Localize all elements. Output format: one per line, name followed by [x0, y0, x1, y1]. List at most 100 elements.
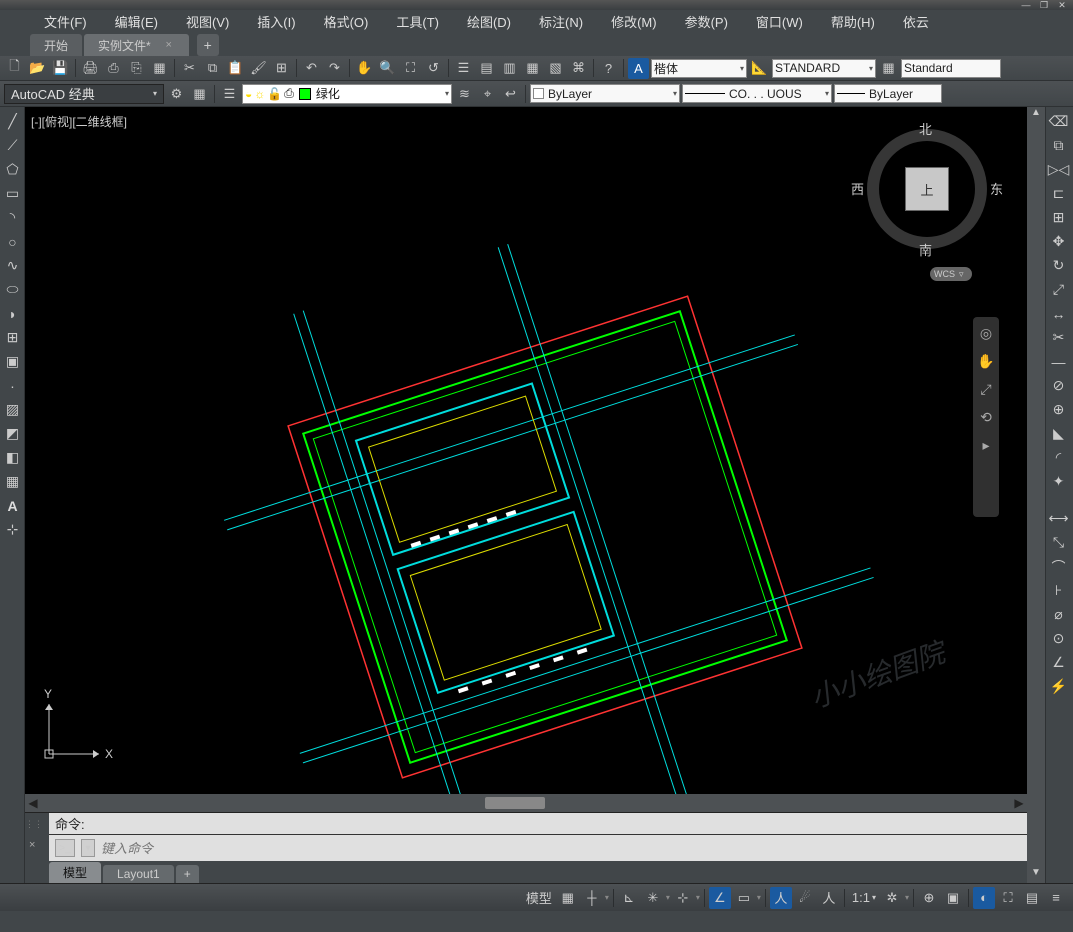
- menu-icon[interactable]: ≡: [1045, 887, 1067, 909]
- offset-icon[interactable]: ⊏: [1048, 183, 1069, 204]
- dim-linear-icon[interactable]: ⟷: [1048, 508, 1069, 529]
- layer-props-icon[interactable]: ☰: [219, 83, 240, 104]
- menu-modify[interactable]: 修改(M): [597, 10, 671, 33]
- wcs-button[interactable]: WCS▿: [930, 267, 972, 281]
- rotate-icon[interactable]: ↻: [1048, 255, 1069, 276]
- isolate-icon[interactable]: ◐: [973, 887, 995, 909]
- layer-prev-icon[interactable]: ↩: [500, 83, 521, 104]
- erase-icon[interactable]: ⌫: [1048, 111, 1069, 132]
- menu-tools[interactable]: 工具(T): [382, 10, 453, 33]
- paste-icon[interactable]: 📋: [225, 58, 246, 79]
- window-max[interactable]: ❐: [1037, 1, 1051, 10]
- annoscale-button[interactable]: 1:1▾: [849, 887, 879, 909]
- otrack-icon[interactable]: ∠: [709, 887, 731, 909]
- hw-accel-icon[interactable]: ▣: [942, 887, 964, 909]
- font-select[interactable]: 楷体 ▾: [651, 59, 747, 78]
- lwt-icon[interactable]: ☄: [794, 887, 816, 909]
- pan-icon[interactable]: ✋: [354, 58, 375, 79]
- copy-icon[interactable]: ⧉: [202, 58, 223, 79]
- pan-hand-icon[interactable]: ✋: [976, 351, 996, 371]
- menu-edit[interactable]: 编辑(E): [101, 10, 172, 33]
- plot-icon[interactable]: ▦: [149, 58, 170, 79]
- customize-icon[interactable]: ▤: [1021, 887, 1043, 909]
- join-icon[interactable]: ⊕: [1048, 399, 1069, 420]
- orbit-icon[interactable]: ⟲: [976, 407, 996, 427]
- move-icon[interactable]: ✥: [1048, 231, 1069, 252]
- scroll-thumb[interactable]: [485, 797, 545, 809]
- dim-angular-icon[interactable]: ∠: [1048, 652, 1069, 673]
- command-dd-icon[interactable]: ▾: [81, 839, 95, 857]
- menu-draw[interactable]: 绘图(D): [453, 10, 525, 33]
- ws-switch-icon[interactable]: ⊕: [918, 887, 940, 909]
- zoom-previous-icon[interactable]: ↺: [423, 58, 444, 79]
- addline-icon[interactable]: ⊹: [2, 519, 23, 540]
- ortho-icon[interactable]: ⊾: [618, 887, 640, 909]
- dim-arc-icon[interactable]: ⌒: [1048, 556, 1069, 577]
- publish-icon[interactable]: ⎘: [126, 58, 147, 79]
- scroll-down-icon[interactable]: ▼: [1027, 867, 1045, 883]
- textstyle-select[interactable]: STANDARD ▾: [772, 59, 876, 78]
- explode-icon[interactable]: ✦: [1048, 471, 1069, 492]
- menu-parametric[interactable]: 参数(P): [671, 10, 742, 33]
- save-icon[interactable]: 💾: [50, 58, 71, 79]
- drawing-viewport[interactable]: [-][俯视][二维线框]: [25, 107, 1027, 794]
- block-icon[interactable]: ⊞: [271, 58, 292, 79]
- ellipse-icon[interactable]: ⬭: [2, 279, 23, 300]
- scale-icon[interactable]: ⤢: [1048, 279, 1069, 300]
- workspace-grid-icon[interactable]: ▦: [189, 83, 210, 104]
- chamfer-icon[interactable]: ◣: [1048, 423, 1069, 444]
- polar-icon[interactable]: ✳: [642, 887, 664, 909]
- menu-help[interactable]: 帮助(H): [817, 10, 889, 33]
- command-button[interactable]: >_: [55, 839, 75, 857]
- dim-diameter-icon[interactable]: ⊙: [1048, 628, 1069, 649]
- vertical-scrollbar[interactable]: ▲ ▼: [1027, 107, 1045, 883]
- anno-vis-icon[interactable]: ✲: [881, 887, 903, 909]
- chevron-down-icon[interactable]: ▾: [666, 893, 670, 902]
- dim-style-icon[interactable]: 📐: [749, 58, 770, 79]
- array-icon[interactable]: ⊞: [1048, 207, 1069, 228]
- insert-block-icon[interactable]: ⊞: [2, 327, 23, 348]
- zoom-window-icon[interactable]: ⛶: [400, 58, 421, 79]
- spline-icon[interactable]: ∿: [2, 255, 23, 276]
- lineweight-select[interactable]: ByLayer: [834, 84, 942, 103]
- match-icon[interactable]: 🖌: [248, 58, 269, 79]
- copy-obj-icon[interactable]: ⧉: [1048, 135, 1069, 156]
- trim-icon[interactable]: ✂: [1048, 327, 1069, 348]
- scroll-left-icon[interactable]: ◀: [25, 796, 41, 810]
- design-center-icon[interactable]: ▤: [476, 58, 497, 79]
- osnap-icon[interactable]: ⊹: [672, 887, 694, 909]
- horizontal-scrollbar[interactable]: ◀ ▶: [25, 794, 1027, 812]
- layer-state-icon[interactable]: ≋: [454, 83, 475, 104]
- menu-yiyun[interactable]: 依云: [889, 10, 943, 33]
- steering-wheel-icon[interactable]: ◎: [976, 323, 996, 343]
- tab-layout1[interactable]: Layout1: [103, 865, 174, 883]
- sheet-set-icon[interactable]: ▦: [522, 58, 543, 79]
- compass-north[interactable]: 北: [919, 119, 932, 138]
- extend-icon[interactable]: —: [1048, 351, 1069, 372]
- chevron-down-icon[interactable]: ▾: [605, 893, 609, 902]
- tool-palette-icon[interactable]: ▥: [499, 58, 520, 79]
- ducs-icon[interactable]: ▭: [733, 887, 755, 909]
- zoom-extents-icon[interactable]: ⤢: [976, 379, 996, 399]
- break-icon[interactable]: ⊘: [1048, 375, 1069, 396]
- chevron-down-icon[interactable]: ▾: [905, 893, 909, 902]
- menu-view[interactable]: 视图(V): [172, 10, 243, 33]
- ellipse-arc-icon[interactable]: ◗: [2, 303, 23, 324]
- menu-window[interactable]: 窗口(W): [742, 10, 817, 33]
- clean-screen-icon[interactable]: ⛶: [997, 887, 1019, 909]
- arc-icon[interactable]: ◝: [2, 207, 23, 228]
- print-preview-icon[interactable]: ⎙: [103, 58, 124, 79]
- new-icon[interactable]: 🗋: [4, 58, 25, 79]
- window-close[interactable]: ✕: [1055, 1, 1069, 10]
- menu-file[interactable]: 文件(F): [30, 10, 101, 33]
- gradient-icon[interactable]: ◩: [2, 423, 23, 444]
- dim-aligned-icon[interactable]: ⤡: [1048, 532, 1069, 553]
- open-icon[interactable]: 📂: [27, 58, 48, 79]
- table-icon[interactable]: ▦: [2, 471, 23, 492]
- dyn-icon[interactable]: 人: [770, 887, 792, 909]
- tab-add-button[interactable]: +: [197, 34, 219, 56]
- menu-insert[interactable]: 插入(I): [243, 10, 309, 33]
- cut-icon[interactable]: ✂: [179, 58, 200, 79]
- text-style-icon[interactable]: A: [628, 58, 649, 79]
- dim-radius-icon[interactable]: ⌀: [1048, 604, 1069, 625]
